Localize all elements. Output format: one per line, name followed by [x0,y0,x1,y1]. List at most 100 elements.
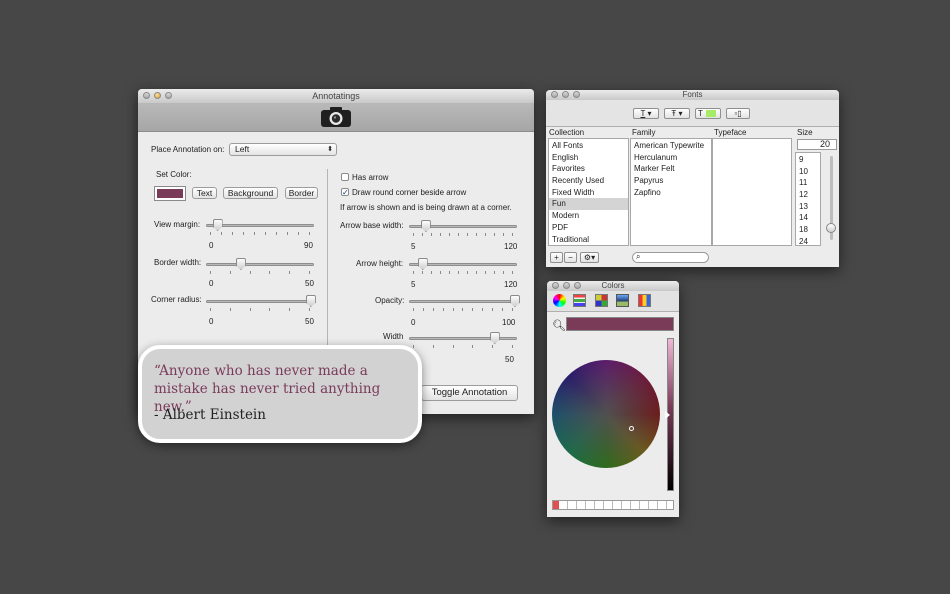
collection-list[interactable]: All Fonts English Favorites Recently Used Fi… [548,138,629,246]
place-annotation-value: Left [235,144,250,154]
strikethrough-menu[interactable]: Ŧ ▾ [664,108,690,119]
background-color-button[interactable]: Background [223,187,278,199]
family-item[interactable]: Herculanum [631,152,711,164]
colors-zoom-button[interactable] [574,282,581,289]
fonts-close-button[interactable] [551,91,558,98]
corner-radius-min: 0 [209,317,214,326]
colors-window: Colors 🔍︎ [547,281,679,517]
collection-item[interactable]: Traditional [549,234,628,246]
family-item[interactable]: Zapfino [631,187,711,199]
border-color-button[interactable]: Border [285,187,318,199]
gear-menu-button[interactable]: ⚙▾ [580,252,599,263]
place-annotation-label: Place Annotation on: [151,145,225,154]
border-width-knob[interactable] [235,258,246,270]
close-button[interactable] [143,92,150,99]
view-margin-knob[interactable] [212,219,223,231]
arrow-height-label: Arrow height: [356,259,404,268]
arrow-base-min: 5 [411,242,416,251]
camera-icon[interactable] [320,106,352,128]
arrow-height-knob[interactable] [417,258,428,270]
zoom-button[interactable] [165,92,172,99]
collection-item[interactable]: Fixed Width [549,187,628,199]
size-item[interactable]: 13 [796,201,820,213]
size-field[interactable]: 20 [797,139,837,150]
family-header: Family [632,128,656,137]
width-slider[interactable] [409,332,517,344]
width-knob[interactable] [489,332,500,344]
minimize-button[interactable] [154,92,161,99]
opacity-min: 0 [411,318,416,327]
color-swatch[interactable] [154,186,186,201]
collection-item[interactable]: PDF [549,222,628,234]
text-color-button[interactable]: Text [192,187,217,199]
collection-header: Collection [549,128,585,137]
crayons-icon[interactable] [638,294,651,307]
color-sliders-icon[interactable] [573,294,586,307]
magnifier-icon[interactable]: 🔍︎ [552,319,566,332]
fonts-minimize-button[interactable] [562,91,569,98]
size-slider[interactable] [826,156,836,240]
fonts-window: Fonts T ▾ Ŧ ▾ T ▫▯ Collection Family Typ… [546,90,839,267]
current-color-well[interactable] [566,317,674,331]
size-list[interactable]: 9 10 11 12 13 14 18 24 [795,152,821,246]
size-item[interactable]: 12 [796,189,820,201]
has-arrow-checkbox[interactable] [341,173,349,181]
colors-close-button[interactable] [552,282,559,289]
size-item[interactable]: 11 [796,177,820,189]
size-item[interactable]: 9 [796,154,820,166]
arrow-height-slider[interactable] [409,258,517,270]
collection-item[interactable]: All Fonts [549,140,628,152]
color-wheel-cursor[interactable] [629,426,634,431]
round-corner-checkbox[interactable]: ✓ [341,188,349,197]
border-width-slider[interactable] [206,258,314,270]
fonts-toolbar: T ▾ Ŧ ▾ T ▫▯ [546,100,839,127]
color-palettes-icon[interactable] [595,294,608,307]
document-icon: ▫▯ [734,109,742,118]
font-search-field[interactable]: ⌕ [632,252,709,263]
opacity-knob[interactable] [509,295,520,307]
size-header: Size [797,128,813,137]
fonts-zoom-button[interactable] [573,91,580,98]
collection-item[interactable]: English [549,152,628,164]
family-item[interactable]: Papyrus [631,175,711,187]
corner-radius-knob[interactable] [305,295,316,307]
annotation-bubble[interactable]: “Anyone who has never made a mistake has… [138,345,422,443]
arrow-base-knob[interactable] [420,220,431,232]
border-width-max: 50 [305,279,314,288]
brightness-slider[interactable] [665,338,674,491]
colors-minimize-button[interactable] [563,282,570,289]
size-slider-knob[interactable] [826,223,836,233]
underline-menu[interactable]: T ▾ [633,108,659,119]
collection-item[interactable]: Favorites [549,163,628,175]
corner-radius-slider[interactable] [206,295,316,307]
family-item[interactable]: Marker Felt [631,163,711,175]
column-divider [327,169,328,349]
text-color-control[interactable]: T [695,108,721,119]
size-item[interactable]: 24 [796,236,820,245]
family-item[interactable]: American Typewrite [631,140,711,152]
size-item[interactable]: 18 [796,224,820,236]
view-margin-slider[interactable] [206,219,314,231]
color-wheel-icon[interactable] [553,294,566,307]
swatch-strip[interactable] [552,500,674,510]
collection-item[interactable]: Fun [549,198,628,211]
add-collection-button[interactable]: + [550,252,563,263]
remove-collection-button[interactable]: − [564,252,577,263]
brightness-knob[interactable] [665,411,670,419]
family-list[interactable]: American Typewrite Herculanum Marker Felt P… [630,138,712,246]
collection-item[interactable]: Modern [549,210,628,222]
place-annotation-select[interactable]: Left ⬍ [229,143,337,156]
toggle-annotation-button[interactable]: Toggle Annotation [421,385,518,401]
collection-item[interactable]: Recently Used [549,175,628,187]
size-item[interactable]: 14 [796,212,820,224]
color-wheel[interactable] [552,360,660,468]
document-color-control[interactable]: ▫▯ [726,108,750,119]
arrow-base-slider[interactable] [409,220,517,232]
view-margin-min: 0 [209,241,214,250]
typeface-list[interactable] [712,138,792,246]
image-palettes-icon[interactable] [616,294,629,307]
set-color-label: Set Color: [156,170,192,179]
arrow-height-min: 5 [411,280,416,289]
size-item[interactable]: 10 [796,166,820,178]
opacity-slider[interactable] [409,295,520,307]
